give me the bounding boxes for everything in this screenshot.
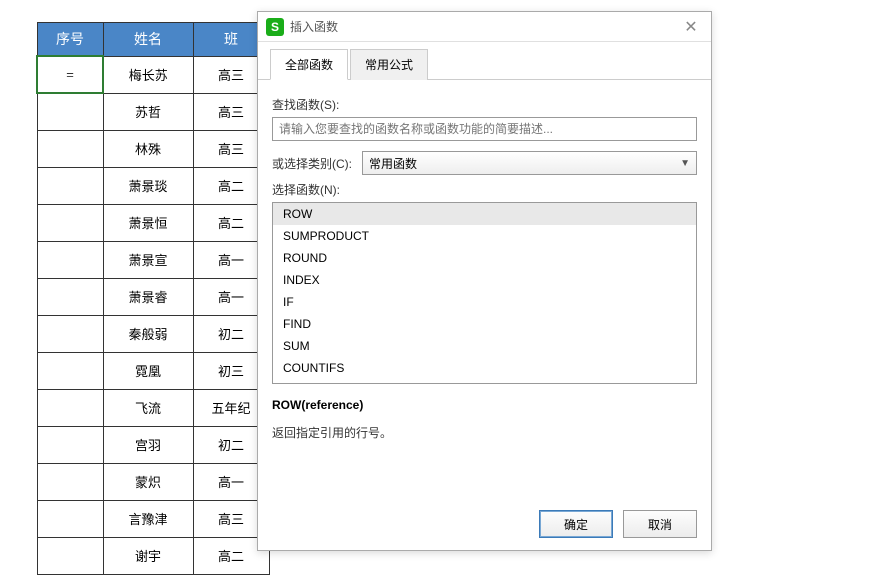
ok-button[interactable]: 确定 xyxy=(539,510,613,538)
cell-seq[interactable] xyxy=(37,537,103,574)
close-icon[interactable]: ✕ xyxy=(679,15,703,39)
function-description: 返回指定引用的行号。 xyxy=(272,424,697,441)
cell-seq[interactable] xyxy=(37,167,103,204)
category-label: 或选择类别(C): xyxy=(272,155,352,172)
function-item[interactable]: ROW xyxy=(273,203,696,225)
function-item[interactable]: COUNTIFS xyxy=(273,357,696,379)
insert-function-dialog: S 插入函数 ✕ 全部函数 常用公式 查找函数(S): 或选择类别(C): 常用… xyxy=(257,11,712,551)
cell-name[interactable]: 林殊 xyxy=(103,130,193,167)
function-item[interactable]: SUMPRODUCT xyxy=(273,225,696,247)
cell-seq[interactable] xyxy=(37,278,103,315)
table-row: 萧景琰高二 xyxy=(37,167,269,204)
table-row: 霓凰初三 xyxy=(37,352,269,389)
dialog-title: 插入函数 xyxy=(290,18,679,35)
table-row: 萧景睿高一 xyxy=(37,278,269,315)
category-select[interactable]: 常用函数 ▼ xyxy=(362,151,697,175)
cell-seq[interactable] xyxy=(37,93,103,130)
cell-name[interactable]: 苏哲 xyxy=(103,93,193,130)
table-row: 秦般弱初二 xyxy=(37,315,269,352)
cell-seq[interactable] xyxy=(37,389,103,426)
cell-seq[interactable]: = xyxy=(37,56,103,93)
cell-name[interactable]: 萧景琰 xyxy=(103,167,193,204)
select-function-label: 选择函数(N): xyxy=(272,181,697,198)
cell-seq[interactable] xyxy=(37,463,103,500)
cell-seq[interactable] xyxy=(37,241,103,278)
cell-name[interactable]: 飞流 xyxy=(103,389,193,426)
function-signature: ROW(reference) xyxy=(272,398,697,412)
table-row: 飞流五年纪 xyxy=(37,389,269,426)
app-icon: S xyxy=(266,18,284,36)
table-row: 林殊高三 xyxy=(37,130,269,167)
cell-name[interactable]: 蒙炽 xyxy=(103,463,193,500)
category-value: 常用函数 xyxy=(369,155,417,172)
function-list[interactable]: ROWSUMPRODUCTROUNDINDEXIFFINDSUMCOUNTIFS xyxy=(272,202,697,384)
table-row: 萧景恒高二 xyxy=(37,204,269,241)
cell-name[interactable]: 霓凰 xyxy=(103,352,193,389)
cell-seq[interactable] xyxy=(37,352,103,389)
cell-name[interactable]: 萧景宣 xyxy=(103,241,193,278)
cell-name[interactable]: 秦般弱 xyxy=(103,315,193,352)
table-row: 言豫津高三 xyxy=(37,500,269,537)
header-name: 姓名 xyxy=(103,23,193,57)
table-row: 苏哲高三 xyxy=(37,93,269,130)
cell-name[interactable]: 谢宇 xyxy=(103,537,193,574)
tab-common-formulas[interactable]: 常用公式 xyxy=(350,49,428,80)
function-item[interactable]: ROUND xyxy=(273,247,696,269)
spreadsheet-table: 序号 姓名 班 =梅长苏高三苏哲高三林殊高三萧景琰高二萧景恒高二萧景宣高一萧景睿… xyxy=(36,22,270,575)
header-seq: 序号 xyxy=(37,23,103,57)
cell-seq[interactable] xyxy=(37,500,103,537)
dialog-tabs: 全部函数 常用公式 xyxy=(258,42,711,80)
cell-seq[interactable] xyxy=(37,204,103,241)
table-row: =梅长苏高三 xyxy=(37,56,269,93)
cell-seq[interactable] xyxy=(37,130,103,167)
cancel-button[interactable]: 取消 xyxy=(623,510,697,538)
table-row: 宫羽初二 xyxy=(37,426,269,463)
search-label: 查找函数(S): xyxy=(272,96,697,113)
cell-name[interactable]: 萧景恒 xyxy=(103,204,193,241)
table-row: 萧景宣高一 xyxy=(37,241,269,278)
cell-name[interactable]: 萧景睿 xyxy=(103,278,193,315)
search-input[interactable] xyxy=(272,117,697,141)
function-item[interactable]: INDEX xyxy=(273,269,696,291)
cell-seq[interactable] xyxy=(37,426,103,463)
cell-seq[interactable] xyxy=(37,315,103,352)
table-row: 蒙炽高一 xyxy=(37,463,269,500)
dialog-titlebar: S 插入函数 ✕ xyxy=(258,12,711,42)
chevron-down-icon: ▼ xyxy=(680,158,690,169)
function-item[interactable]: FIND xyxy=(273,313,696,335)
function-item[interactable]: IF xyxy=(273,291,696,313)
function-item[interactable]: SUM xyxy=(273,335,696,357)
table-row: 谢宇高二 xyxy=(37,537,269,574)
tab-all-functions[interactable]: 全部函数 xyxy=(270,49,348,80)
cell-name[interactable]: 言豫津 xyxy=(103,500,193,537)
cell-name[interactable]: 宫羽 xyxy=(103,426,193,463)
cell-name[interactable]: 梅长苏 xyxy=(103,56,193,93)
